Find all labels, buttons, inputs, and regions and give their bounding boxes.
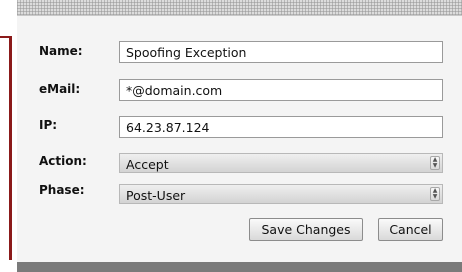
updown-arrow-icon[interactable]: ▲ ▼	[430, 156, 440, 170]
edit-exception-dialog: Name: Spoofing Exception eMail: *@domain…	[17, 0, 462, 272]
updown-arrow-icon[interactable]: ▲ ▼	[430, 187, 440, 201]
cancel-button[interactable]: Cancel	[378, 218, 443, 241]
left-bracket	[9, 36, 12, 260]
email-input[interactable]: *@domain.com	[119, 79, 443, 101]
dialog-title-bar[interactable]	[17, 0, 462, 16]
phase-label: Phase:	[39, 183, 85, 197]
phase-select-value: Post-User	[126, 188, 186, 203]
ip-label: IP:	[39, 118, 58, 132]
email-label: eMail:	[39, 82, 81, 96]
save-changes-button[interactable]: Save Changes	[249, 218, 363, 241]
phase-select[interactable]: Post-User ▲ ▼	[119, 184, 443, 204]
action-select-value: Accept	[126, 157, 169, 172]
ip-input[interactable]: 64.23.87.124	[119, 116, 443, 138]
name-input[interactable]: Spoofing Exception	[119, 41, 443, 63]
action-label: Action:	[39, 154, 87, 168]
action-select[interactable]: Accept ▲ ▼	[119, 153, 443, 173]
name-label: Name:	[39, 44, 83, 58]
dialog-bottom-bar	[17, 262, 462, 272]
